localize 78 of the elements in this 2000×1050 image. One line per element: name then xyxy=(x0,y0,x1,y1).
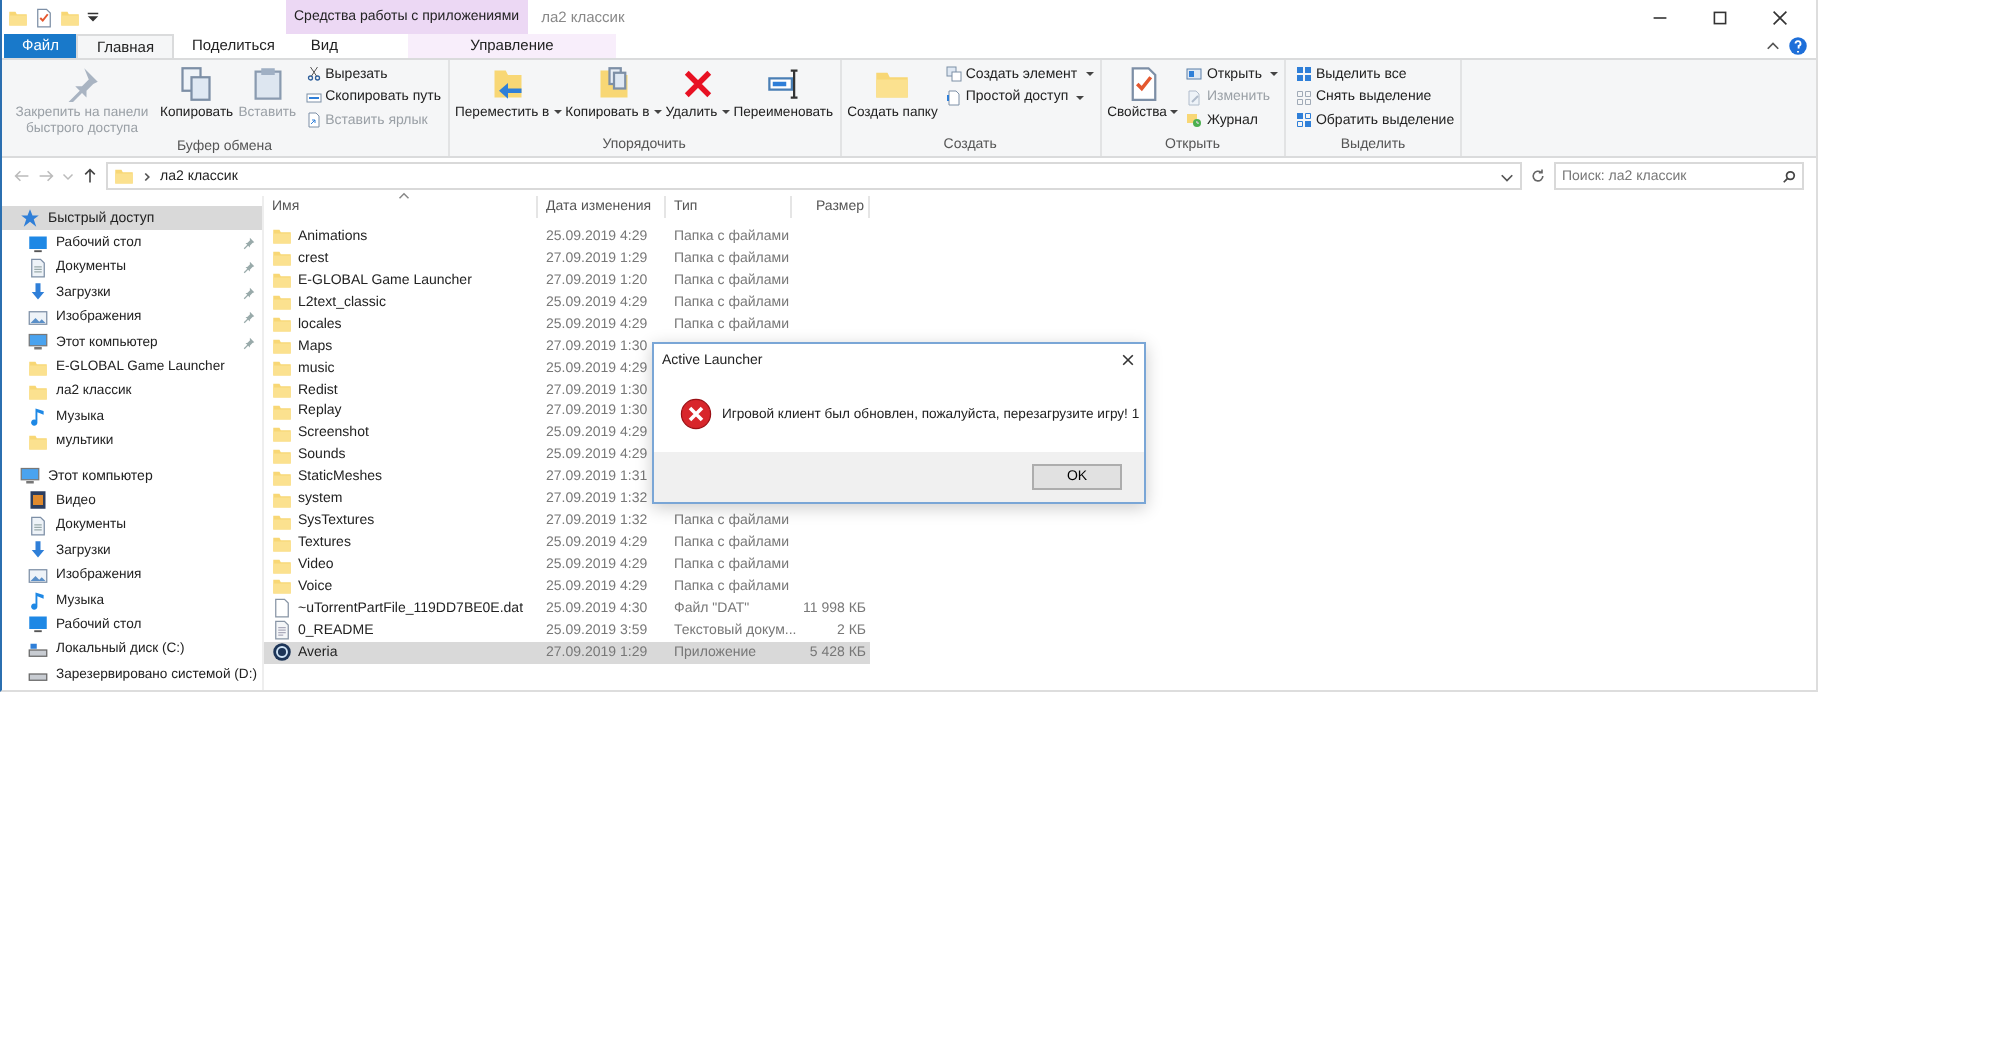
folder-icon xyxy=(272,555,292,576)
folder-icon xyxy=(272,270,292,291)
caret-icon xyxy=(553,110,562,115)
grid-icon xyxy=(1295,66,1312,83)
folder-icon xyxy=(272,423,292,444)
help-icon[interactable] xyxy=(1788,36,1808,56)
file-icon xyxy=(272,598,292,619)
video-icon xyxy=(28,490,48,511)
folder-documents-icon xyxy=(595,66,632,102)
maximize-icon[interactable] xyxy=(1712,9,1728,25)
folder-icon xyxy=(28,381,48,402)
folder-icon xyxy=(272,292,292,313)
folder-icon xyxy=(272,226,292,247)
dropdown-icon[interactable] xyxy=(1500,169,1514,183)
folder-icon xyxy=(272,445,292,466)
folder-icon xyxy=(272,358,292,379)
folder-icon xyxy=(272,401,292,422)
empty-grid-icon xyxy=(1295,89,1312,106)
documents-icon xyxy=(28,515,48,536)
chevron-icon[interactable] xyxy=(140,169,154,183)
invert-grid-icon xyxy=(1295,112,1312,129)
folder-icon xyxy=(272,248,292,269)
delete-icon xyxy=(679,66,716,102)
close-icon[interactable] xyxy=(1772,9,1788,25)
folder-icon xyxy=(272,489,292,510)
close-icon[interactable] xyxy=(1120,352,1136,368)
rename-icon xyxy=(765,66,802,102)
folder-icon xyxy=(272,380,292,401)
computer-icon xyxy=(28,332,48,353)
path-icon xyxy=(305,89,322,106)
edit-icon xyxy=(1186,89,1203,106)
caret-icon xyxy=(1170,110,1179,115)
collapse-ribbon-icon[interactable] xyxy=(1766,39,1780,53)
refresh-icon[interactable] xyxy=(1530,168,1546,184)
scissors-icon xyxy=(305,66,322,83)
search-icon xyxy=(1782,169,1796,183)
copy-icon xyxy=(178,66,215,102)
caret-icon xyxy=(721,110,730,115)
folder-icon xyxy=(272,533,292,554)
folder-arrow-icon xyxy=(490,66,527,102)
desktop-icon xyxy=(28,614,48,635)
download-icon xyxy=(28,540,48,561)
error-icon xyxy=(680,398,712,430)
folder-icon xyxy=(28,357,48,378)
folder-icon xyxy=(272,314,292,335)
caret-icon xyxy=(653,110,662,115)
images-icon xyxy=(28,565,48,586)
app-icon xyxy=(272,642,292,663)
clipboard-icon xyxy=(249,66,286,102)
folder-icon xyxy=(272,467,292,488)
folder-icon xyxy=(272,576,292,597)
folder-icon xyxy=(272,511,292,532)
download-icon xyxy=(28,282,48,303)
document-icon xyxy=(945,89,962,106)
star-icon xyxy=(20,208,40,229)
caret-icon xyxy=(1076,95,1085,100)
images-icon xyxy=(28,307,48,328)
window-icon xyxy=(1186,66,1203,83)
caret-icon xyxy=(1269,72,1278,77)
folder-icon xyxy=(272,336,292,357)
folder-icon xyxy=(28,431,48,452)
text-file-icon xyxy=(272,620,292,641)
documents-icon xyxy=(28,257,48,278)
shortcut-icon xyxy=(305,112,322,129)
pin-icon xyxy=(64,66,100,102)
up-icon[interactable] xyxy=(82,168,98,184)
properties-icon[interactable] xyxy=(34,7,54,27)
music-icon xyxy=(28,406,48,427)
computer-icon xyxy=(20,466,40,487)
sort-icon xyxy=(398,192,410,200)
new-item-icon xyxy=(945,66,962,83)
desktop-icon xyxy=(28,233,48,254)
dropdown-icon[interactable] xyxy=(86,10,100,24)
music-icon xyxy=(28,590,48,611)
caret-icon xyxy=(1085,72,1094,77)
history-icon xyxy=(1186,112,1203,129)
folder-icon xyxy=(114,166,134,186)
drive-icon xyxy=(28,639,48,660)
